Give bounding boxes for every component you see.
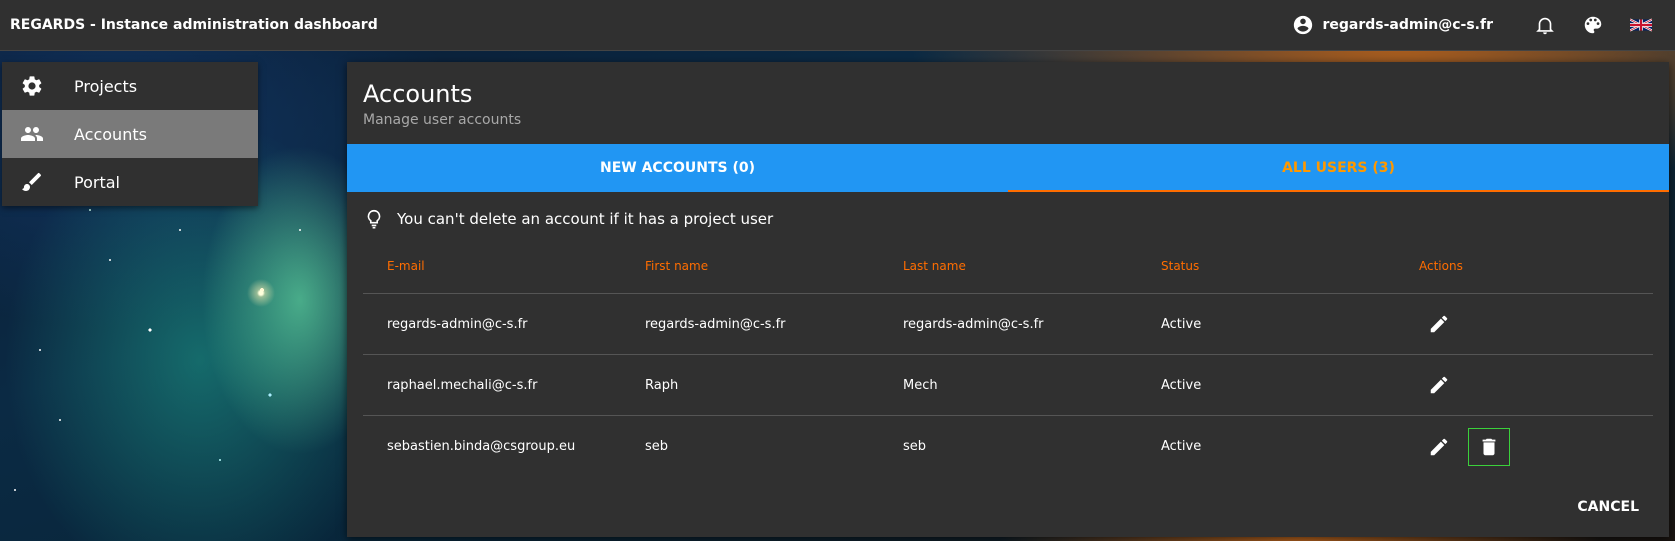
cell-email: sebastien.binda@csgroup.eu (387, 439, 576, 454)
palette-icon (1584, 16, 1602, 34)
sidebar-item-label: Portal (74, 172, 120, 192)
tab-new-accounts[interactable]: NEW ACCOUNTS (0) (347, 144, 1008, 192)
table-header: E-mail First name Last name Status Actio… (363, 238, 1653, 294)
user-email: regards-admin@c-s.fr (1322, 17, 1493, 33)
column-header-actions: Actions (1419, 258, 1463, 273)
notifications-button[interactable] (1521, 1, 1569, 49)
cell-first-name: regards-admin@c-s.fr (645, 316, 786, 332)
brush-icon (22, 172, 42, 191)
sidebar-item-label: Accounts (74, 124, 147, 144)
sidebar-item-projects[interactable]: Projects (2, 62, 258, 110)
pencil-icon (1430, 376, 1448, 394)
pencil-icon (1430, 315, 1448, 333)
app-title: REGARDS - Instance administration dashbo… (10, 17, 378, 33)
language-button[interactable] (1617, 1, 1665, 49)
pencil-icon (1430, 438, 1448, 455)
cell-status: Active (1161, 377, 1202, 393)
column-header-last-name[interactable]: Last name (879, 259, 1137, 273)
column-header-status[interactable]: Status (1137, 259, 1395, 273)
cell-last-name: Mech (903, 377, 938, 393)
people-icon (21, 127, 43, 141)
info-hint: You can't delete an account if it has a … (363, 208, 773, 230)
table-row: raphael.mechali@c-s.fr Raph Mech Active (363, 355, 1653, 416)
row-actions (1395, 427, 1653, 466)
lightbulb-icon (367, 209, 381, 229)
trash-icon (1482, 438, 1496, 455)
edit-button[interactable] (1419, 367, 1459, 403)
sidebar-item-accounts[interactable]: Accounts (2, 110, 258, 158)
user-menu-button[interactable]: regards-admin@c-s.fr (1292, 14, 1493, 36)
cell-status: Active (1161, 439, 1202, 454)
cancel-button[interactable]: CANCEL (1565, 489, 1651, 525)
delete-button[interactable] (1468, 427, 1510, 466)
column-header-first-name[interactable]: First name (621, 259, 879, 273)
notifications-icon (1536, 17, 1554, 35)
table-row: regards-admin@c-s.fr regards-admin@c-s.f… (363, 294, 1653, 355)
cell-email: regards-admin@c-s.fr (387, 316, 528, 332)
accounts-table: E-mail First name Last name Status Actio… (363, 238, 1653, 477)
accounts-card: Accounts Manage user accounts NEW ACCOUN… (347, 62, 1669, 537)
cell-status: Active (1161, 316, 1202, 332)
table-row: sebastien.binda@csgroup.eu seb seb Activ… (363, 416, 1653, 477)
uk-flag-icon (1630, 18, 1652, 32)
page-subtitle: Manage user accounts (363, 112, 522, 128)
topbar-actions: regards-admin@c-s.fr (1292, 0, 1665, 50)
theme-button[interactable] (1569, 1, 1617, 49)
row-actions (1395, 306, 1653, 342)
side-menu: Projects Accounts Portal (2, 62, 258, 206)
account-circle-icon (1294, 15, 1313, 35)
edit-button[interactable] (1419, 306, 1459, 342)
sidebar-item-portal[interactable]: Portal (2, 158, 258, 206)
sidebar-item-label: Projects (74, 76, 138, 96)
cell-last-name: seb (903, 439, 927, 454)
top-app-bar: REGARDS - Instance administration dashbo… (0, 0, 1675, 51)
tab-all-users[interactable]: ALL USERS (3) (1008, 144, 1669, 192)
background-star-flare (246, 278, 276, 308)
cell-first-name: Raph (645, 377, 679, 393)
row-actions (1395, 367, 1653, 403)
gear-icon (22, 76, 42, 96)
edit-button[interactable] (1419, 429, 1459, 465)
hint-text: You can't delete an account if it has a … (397, 210, 774, 228)
cell-email: raphael.mechali@c-s.fr (387, 377, 538, 393)
page-title: Accounts (363, 80, 473, 108)
tab-bar: NEW ACCOUNTS (0) ALL USERS (3) (347, 144, 1669, 192)
cell-last-name: regards-admin@c-s.fr (903, 316, 1044, 332)
cell-first-name: seb (645, 439, 669, 454)
column-header-email[interactable]: E-mail (363, 259, 621, 273)
